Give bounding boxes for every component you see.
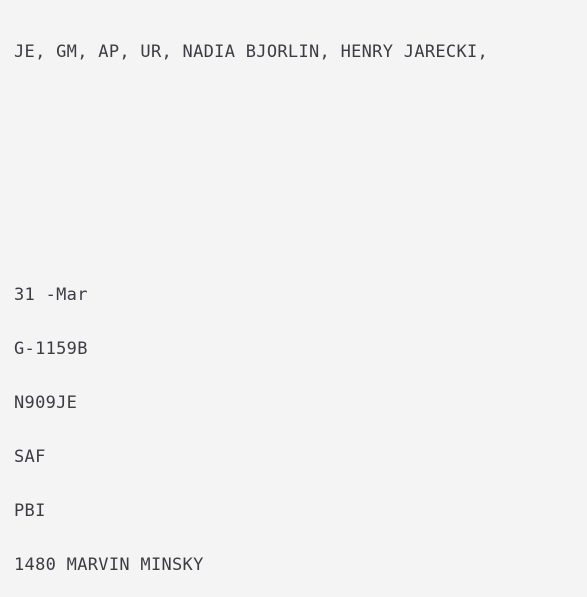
aircraft-model-line: G-1159B	[14, 339, 88, 359]
flight-date-line: 31 -Mar	[14, 285, 88, 305]
tail-number-line: N909JE	[14, 393, 78, 413]
flight-log-record-sheet: JE, GM, AP, UR, NADIA BJORLIN, HENRY JAR…	[0, 0, 587, 597]
destination-airport-line: PBI	[14, 501, 46, 521]
origin-airport-line: SAF	[14, 447, 46, 467]
document-id-line: 1480 MARVIN MINSKY	[14, 555, 204, 575]
blank-region	[0, 75, 587, 275]
passenger-manifest-line: JE, GM, AP, UR, NADIA BJORLIN, HENRY JAR…	[14, 42, 489, 62]
